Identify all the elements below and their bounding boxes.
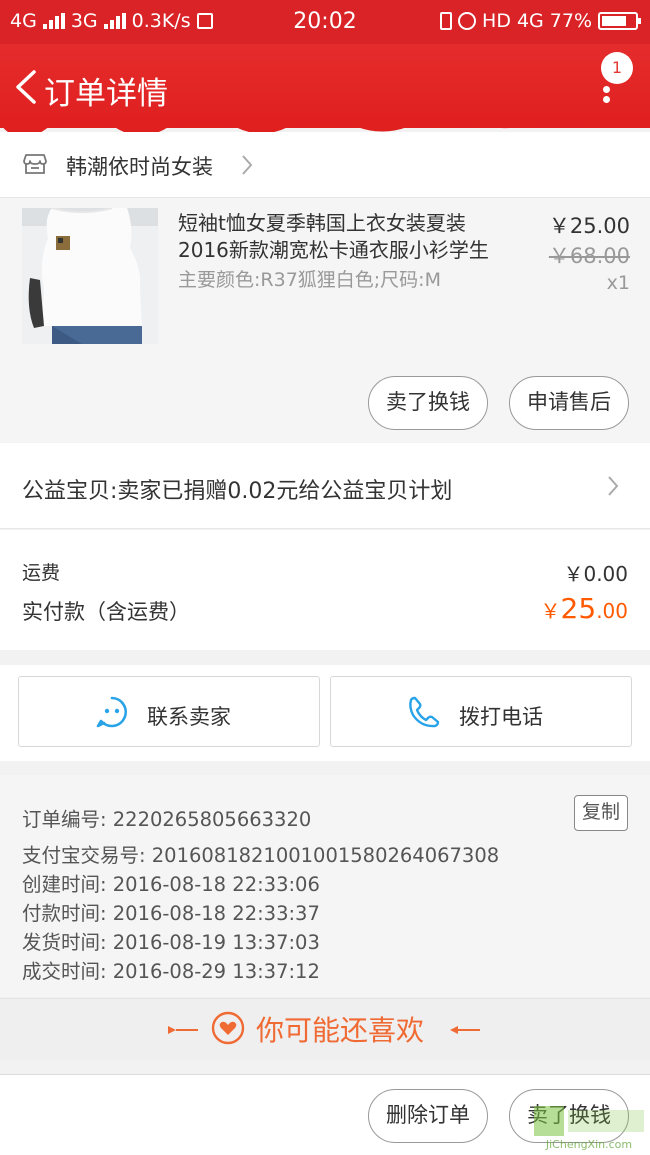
shop-name: 韩潮依时尚女装 <box>66 155 213 179</box>
charity-row[interactable]: 公益宝贝:卖家已捐赠0.02元给公益宝贝计划 <box>0 443 650 529</box>
product-spec: 主要颜色:R37狐狸白色;尺码:M <box>178 269 441 291</box>
divider <box>176 1029 198 1031</box>
product-title-line1: 短袖t恤女夏季韩国上衣女装夏装 <box>178 211 466 235</box>
contact-seller-label: 联系卖家 <box>147 705 231 729</box>
charity-text: 公益宝贝:卖家已捐赠0.02元给公益宝贝计划 <box>22 479 453 504</box>
chat-bubble-icon <box>96 696 128 728</box>
apply-aftersale-button[interactable]: 申请售后 <box>509 376 629 430</box>
created-time: 创建时间: 2016-08-18 22:33:06 <box>22 873 320 896</box>
arrow-left-icon <box>450 1026 458 1034</box>
paid-label: 实付款（含运费） <box>22 600 190 624</box>
more-dot-icon <box>603 96 610 103</box>
sell-for-cash-button[interactable]: 卖了换钱 <box>368 376 488 430</box>
contact-section: 联系卖家 拨打电话 <box>0 665 650 761</box>
copy-button[interactable]: 复制 <box>574 795 628 831</box>
paid-amount: ￥25.00 <box>541 592 628 625</box>
alarm-icon <box>458 12 477 30</box>
product-original-price: ￥68.00 <box>548 244 630 268</box>
status-right: HD 4G 77% <box>440 10 641 32</box>
contact-seller-button[interactable]: 联系卖家 <box>18 676 320 747</box>
chevron-right-icon <box>608 476 619 496</box>
paid-integer: 25 <box>560 592 597 625</box>
product-image <box>22 208 158 344</box>
shipping-value: ￥0.00 <box>563 562 628 586</box>
product-title-line2: 2016新款潮宽松卡通衣服小衫学生 <box>178 238 489 262</box>
watermark-text: JiChengXin.com <box>545 1138 632 1151</box>
shop-row[interactable]: 韩潮依时尚女装 <box>0 132 650 198</box>
recommend-title: 你可能还喜欢 <box>256 1014 425 1047</box>
back-arrow-icon[interactable] <box>14 70 38 104</box>
shop-icon <box>23 154 47 174</box>
divider <box>456 1029 480 1031</box>
product-price: ￥25.00 <box>548 214 630 238</box>
notification-badge: 1 <box>601 52 633 84</box>
product-item[interactable]: 短袖t恤女夏季韩国上衣女装夏装 2016新款潮宽松卡通衣服小衫学生 主要颜色:R… <box>0 198 650 442</box>
product-thumbnail[interactable] <box>22 208 158 344</box>
vibrate-icon <box>440 12 453 30</box>
network-type-3: 4G <box>516 10 544 32</box>
more-dot-icon <box>603 86 610 93</box>
phone-icon <box>409 696 440 728</box>
heart-icon <box>211 1011 245 1045</box>
paid-currency: ￥ <box>540 599 561 623</box>
chevron-right-icon <box>242 155 253 175</box>
product-quantity: x1 <box>606 272 630 294</box>
shipped-time: 发货时间: 2016-08-19 13:37:03 <box>22 931 320 954</box>
hd-indicator: HD <box>482 10 511 32</box>
page-title: 订单详情 <box>44 76 168 112</box>
shipping-label: 运费 <box>22 562 61 584</box>
paid-time: 付款时间: 2016-08-18 22:33:37 <box>22 902 320 925</box>
site-watermark-logo: JiChengXin.com <box>534 1106 644 1151</box>
paid-decimal: .00 <box>596 599 628 623</box>
completed-time: 成交时间: 2016-08-29 13:37:12 <box>22 960 320 983</box>
payment-summary: 运费 ￥0.00 实付款（含运费） ￥25.00 <box>0 530 650 650</box>
arrow-right-icon <box>168 1026 176 1034</box>
status-bar: 4G 3G 0.3K/s 20:02 HD 4G 77% <box>0 0 650 44</box>
header-wave-decoration <box>0 118 650 132</box>
call-phone-label: 拨打电话 <box>459 705 543 729</box>
battery-icon <box>598 12 641 30</box>
order-info: 订单编号: 2220265805663320 复制 支付宝交易号: 201608… <box>0 775 650 997</box>
alipay-number: 支付宝交易号: 2016081821001001580264067308 <box>22 844 500 867</box>
order-number: 订单编号: 2220265805663320 <box>22 808 312 831</box>
battery-percent: 77% <box>549 10 592 32</box>
recommend-header: 你可能还喜欢 <box>0 998 650 1060</box>
delete-order-button[interactable]: 删除订单 <box>368 1089 488 1143</box>
call-phone-button[interactable]: 拨打电话 <box>330 676 632 747</box>
